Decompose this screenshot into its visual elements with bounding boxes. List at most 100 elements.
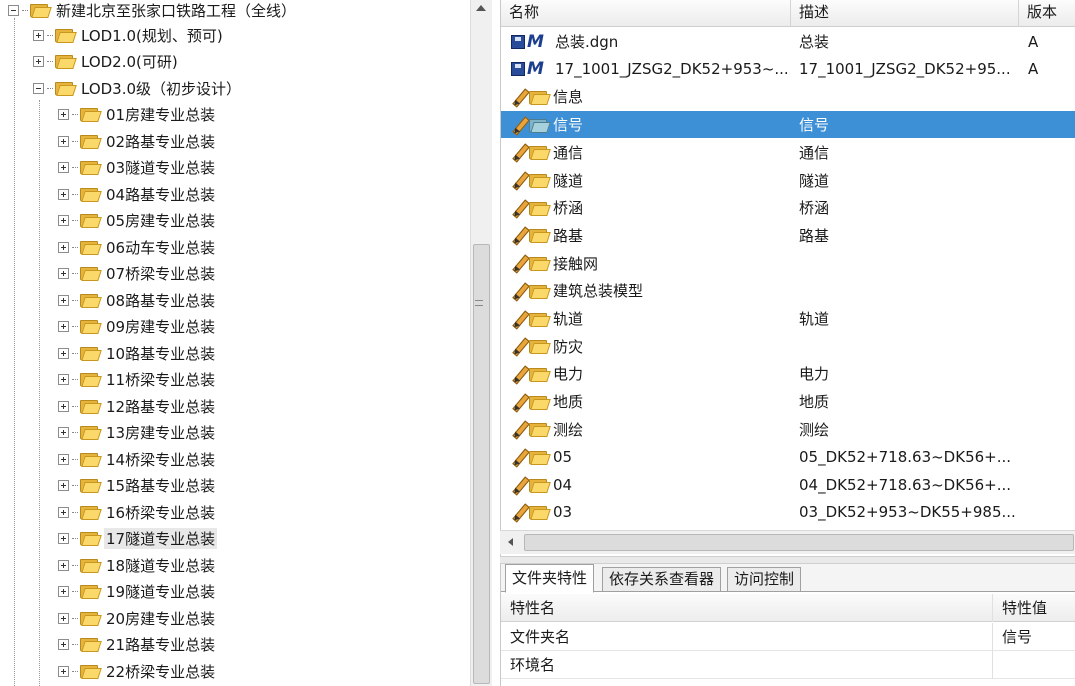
folder-row[interactable]: 05 05_DK52+718.63~DK56+... bbox=[501, 444, 1075, 471]
folder-row[interactable]: 地质 地质 bbox=[501, 388, 1075, 415]
property-row[interactable]: 环境名 bbox=[501, 651, 1075, 679]
tab-dependency-viewer[interactable]: 依存关系查看器 bbox=[602, 567, 722, 592]
name-cell: 接触网 bbox=[511, 253, 598, 274]
file-row[interactable]: M 总装.dgn 总装 A bbox=[501, 28, 1075, 55]
tree-node-child[interactable]: 17隧道专业总装 bbox=[58, 525, 218, 551]
folder-icon bbox=[80, 477, 102, 493]
folder-row[interactable]: 04 04_DK52+718.63~DK56+... bbox=[501, 471, 1075, 498]
folder-row[interactable]: 信号 信号 bbox=[501, 111, 1075, 139]
folder-row[interactable]: 防灾 bbox=[501, 333, 1075, 360]
folder-tree[interactable]: 新建北京至张家口铁路工程（全线） LOD1.0(规划、预可) LOD2.0(可研) L… bbox=[0, 0, 470, 686]
tree-node-child[interactable]: 18隧道专业总装 bbox=[58, 552, 217, 578]
scrollbar-thumb[interactable] bbox=[524, 534, 1074, 551]
collapse-icon[interactable] bbox=[33, 82, 44, 94]
expand-icon[interactable] bbox=[58, 188, 69, 200]
property-value-header[interactable]: 特性值 bbox=[993, 594, 1075, 622]
expand-icon[interactable] bbox=[58, 453, 69, 465]
list-horizontal-scrollbar[interactable] bbox=[500, 530, 1075, 554]
tree-node-child[interactable]: 03隧道专业总装 bbox=[58, 154, 217, 180]
expand-icon[interactable] bbox=[58, 559, 69, 571]
expand-icon[interactable] bbox=[58, 267, 69, 279]
folder-row[interactable]: 信息 bbox=[501, 83, 1075, 110]
tree-node-child[interactable]: 09房建专业总装 bbox=[58, 313, 217, 339]
expand-icon[interactable] bbox=[58, 373, 69, 385]
tree-node-child[interactable]: 11桥梁专业总装 bbox=[58, 366, 217, 392]
expand-icon[interactable] bbox=[58, 135, 69, 147]
expand-icon[interactable] bbox=[58, 214, 69, 226]
tree-node-child[interactable]: 19隧道专业总装 bbox=[58, 578, 217, 604]
tree-node-child[interactable]: 16桥梁专业总装 bbox=[58, 499, 217, 525]
item-name: 03 bbox=[553, 503, 573, 522]
tree-node-child[interactable]: 22桥梁专业总装 bbox=[58, 658, 217, 684]
expand-icon[interactable] bbox=[58, 426, 69, 438]
tree-node-child[interactable]: 10路基专业总装 bbox=[58, 340, 217, 366]
column-header-version[interactable]: 版本 bbox=[1019, 0, 1075, 27]
expand-icon[interactable] bbox=[58, 532, 69, 544]
folder-row[interactable]: 通信 通信 bbox=[501, 139, 1075, 166]
tree-node-child[interactable]: 07桥梁专业总装 bbox=[58, 260, 217, 286]
expand-icon[interactable] bbox=[58, 400, 69, 412]
expand-icon[interactable] bbox=[58, 638, 69, 650]
folder-row[interactable]: 建筑总装模型 bbox=[501, 277, 1075, 304]
file-row[interactable]: M 17_1001_JZSG2_DK52+953~... 17_1001_JZSG2… bbox=[501, 56, 1075, 83]
expand-icon[interactable] bbox=[33, 29, 44, 41]
tree-vertical-scrollbar[interactable] bbox=[470, 0, 492, 686]
expand-icon[interactable] bbox=[58, 347, 69, 359]
folder-row[interactable]: 隧道 隧道 bbox=[501, 167, 1075, 194]
expand-icon[interactable] bbox=[58, 320, 69, 332]
tree-node-label: 新建北京至张家口铁路工程（全线） bbox=[56, 1, 297, 20]
column-header-name[interactable]: 名称 bbox=[501, 0, 791, 27]
folder-row[interactable]: 03 03_DK52+953~DK55+985... bbox=[501, 499, 1075, 526]
tree-node-child[interactable]: 14桥梁专业总装 bbox=[58, 446, 217, 472]
column-header-description[interactable]: 描述 bbox=[791, 0, 1019, 27]
tree-node-child[interactable]: 20房建专业总装 bbox=[58, 605, 217, 631]
expand-icon[interactable] bbox=[58, 612, 69, 624]
tab-folder-properties[interactable]: 文件夹特性 bbox=[505, 564, 595, 593]
folder-row[interactable]: 轨道 轨道 bbox=[501, 305, 1075, 332]
folder-row[interactable]: 桥涵 桥涵 bbox=[501, 194, 1075, 221]
tab-access-control[interactable]: 访问控制 bbox=[727, 567, 802, 592]
tree-node-child[interactable]: 02路基专业总装 bbox=[58, 128, 217, 154]
tree-node-root[interactable]: 新建北京至张家口铁路工程（全线） bbox=[8, 0, 298, 23]
expand-icon[interactable] bbox=[58, 241, 69, 253]
tree-node-label: 11桥梁专业总装 bbox=[106, 370, 216, 389]
scroll-up-arrow-icon[interactable] bbox=[476, 5, 486, 11]
document-list[interactable]: 名称 描述 版本 M 总装.dgn 总装 A M 17_1001_JZSG2_DK52+9… bbox=[500, 0, 1075, 556]
folder-row[interactable]: 电力 电力 bbox=[501, 360, 1075, 387]
expand-icon[interactable] bbox=[58, 108, 69, 120]
tree-node-child[interactable]: 06动车专业总装 bbox=[58, 234, 217, 260]
folder-icon bbox=[529, 227, 551, 244]
pane-splitter[interactable] bbox=[500, 556, 1075, 564]
tree-node-label: LOD1.0(规划、预可) bbox=[81, 26, 223, 45]
tree-node-lod1[interactable]: LOD1.0(规划、预可) bbox=[33, 22, 225, 48]
tree-node-lod3[interactable]: LOD3.0级（初步设计） bbox=[33, 75, 243, 101]
scroll-left-arrow-icon[interactable] bbox=[508, 538, 513, 546]
tree-node-child[interactable]: 12路基专业总装 bbox=[58, 393, 217, 419]
expand-icon[interactable] bbox=[33, 55, 44, 67]
expand-icon[interactable] bbox=[58, 479, 69, 491]
tree-node-child[interactable]: 13房建专业总装 bbox=[58, 419, 217, 445]
tree-node-child[interactable]: 04路基专业总装 bbox=[58, 181, 217, 207]
property-name-header[interactable]: 特性名 bbox=[501, 594, 993, 622]
expand-icon[interactable] bbox=[58, 585, 69, 597]
tree-node-child[interactable]: 21路基专业总装 bbox=[58, 631, 217, 657]
expand-icon[interactable] bbox=[58, 506, 69, 518]
expand-icon[interactable] bbox=[58, 161, 69, 173]
property-value[interactable]: 信号 bbox=[993, 623, 1075, 651]
folder-row[interactable]: 测绘 测绘 bbox=[501, 416, 1075, 443]
collapse-icon[interactable] bbox=[8, 4, 19, 16]
folder-row[interactable]: 路基 路基 bbox=[501, 222, 1075, 249]
property-row[interactable]: 文件夹名 信号 bbox=[501, 623, 1075, 651]
tree-node-child[interactable]: 08路基专业总装 bbox=[58, 287, 217, 313]
property-value[interactable] bbox=[993, 651, 1075, 679]
expand-icon[interactable] bbox=[58, 665, 69, 677]
tree-node-child[interactable]: 15路基专业总装 bbox=[58, 472, 217, 498]
tree-connector bbox=[47, 60, 53, 62]
scrollbar-thumb[interactable] bbox=[473, 244, 490, 684]
expand-icon[interactable] bbox=[58, 294, 69, 306]
tree-node-child[interactable]: 05房建专业总装 bbox=[58, 207, 217, 233]
tree-node-child[interactable]: 01房建专业总装 bbox=[58, 101, 217, 127]
folder-row[interactable]: 接触网 bbox=[501, 250, 1075, 277]
item-name: 桥涵 bbox=[553, 199, 584, 218]
tree-node-lod2[interactable]: LOD2.0(可研) bbox=[33, 48, 180, 74]
